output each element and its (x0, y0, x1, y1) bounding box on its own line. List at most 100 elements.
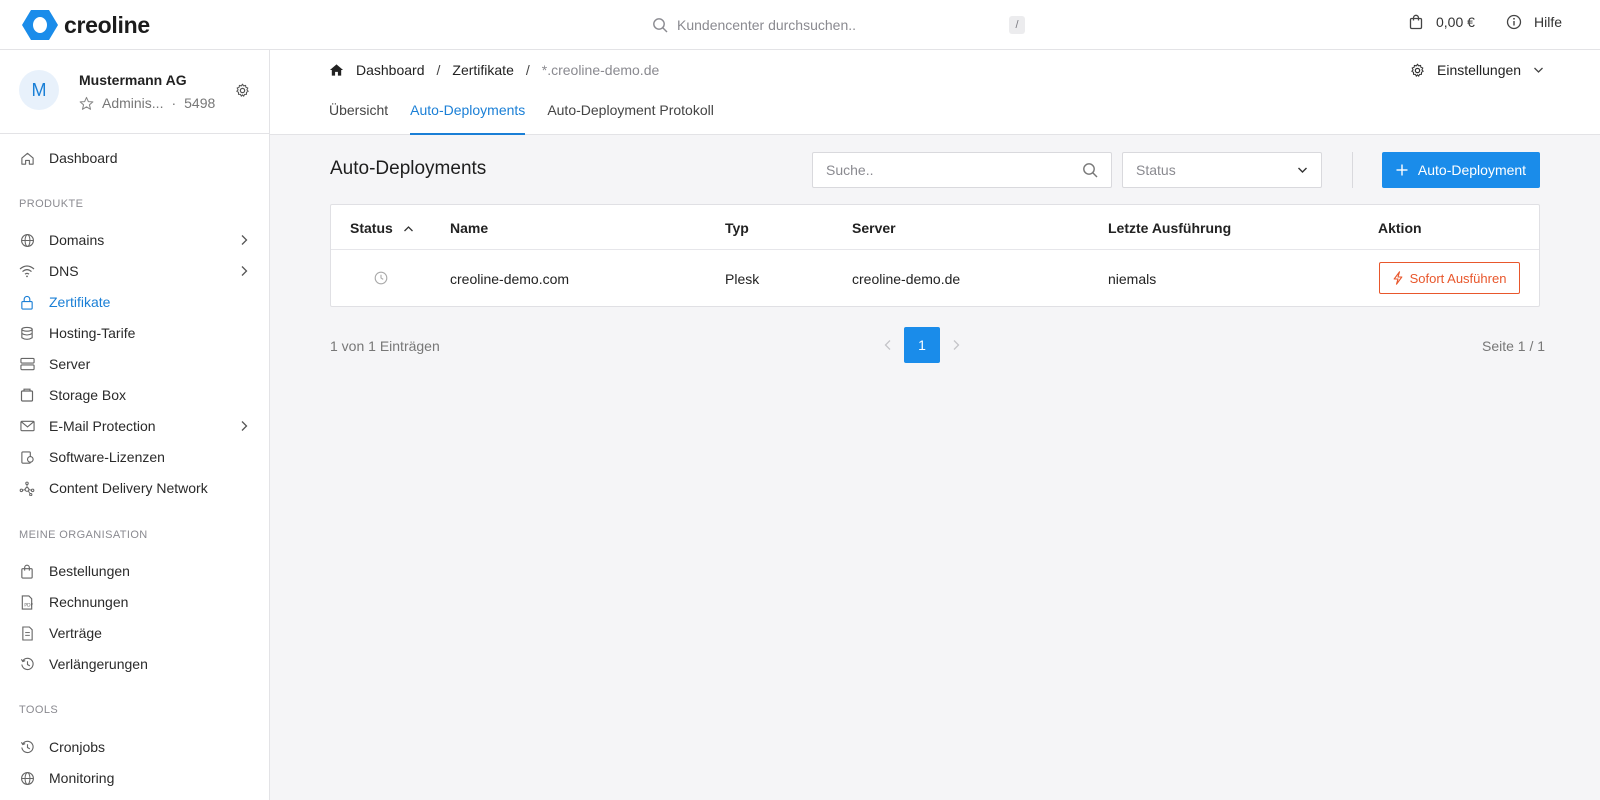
column-header-server[interactable]: Server (852, 220, 896, 236)
svg-text:PDF: PDF (24, 602, 33, 608)
list-search-input[interactable]: Suche.. (826, 162, 1082, 178)
page-title: Auto-Deployments (330, 158, 487, 179)
tab-auto-deployment-log[interactable]: Auto-Deployment Protokoll (547, 102, 714, 135)
breadcrumb: Dashboard / Zertifikate / *.creoline-dem… (329, 62, 659, 78)
sidebar-item-software-licenses[interactable]: Software-Lizenzen (0, 442, 269, 472)
chevron-right-icon (240, 265, 248, 277)
sidebar-item-orders[interactable]: Bestellungen (0, 556, 269, 586)
profile-settings-button[interactable] (235, 83, 250, 98)
chevron-right-icon (240, 420, 248, 432)
sidebar-item-cronjobs[interactable]: Cronjobs (0, 732, 269, 762)
breadcrumb-current: *.creoline-demo.de (541, 62, 660, 78)
cart-amount: 0,00 € (1436, 14, 1475, 30)
sidebar-item-label: Verlängerungen (49, 656, 148, 672)
invoice-icon: PDF (19, 594, 35, 610)
column-header-type[interactable]: Typ (725, 220, 749, 236)
column-header-last-run[interactable]: Letzte Ausführung (1108, 220, 1231, 236)
settings-dropdown[interactable]: Einstellungen (1410, 62, 1544, 78)
sidebar-item-label: Zertifikate (49, 294, 111, 310)
add-auto-deployment-label: Auto-Deployment (1417, 162, 1527, 178)
avatar[interactable]: M (19, 70, 59, 110)
breadcrumb-separator: / (436, 62, 441, 78)
settings-label: Einstellungen (1437, 62, 1522, 78)
sidebar-item-monitoring[interactable]: Monitoring (0, 763, 269, 793)
auto-deployments-table: Status Name Typ Server Letzte Ausführung… (330, 204, 1540, 307)
brand-logo[interactable]: creoline (22, 9, 150, 41)
history-icon (19, 739, 35, 755)
column-header-label: Status (350, 220, 393, 236)
content-header: Dashboard / Zertifikate / *.creoline-dem… (270, 50, 1600, 135)
column-header-status[interactable]: Status (350, 220, 414, 236)
tab-overview[interactable]: Übersicht (329, 102, 388, 135)
search-shortcut-badge: / (1009, 16, 1025, 34)
sidebar-item-invoices[interactable]: PDF Rechnungen (0, 587, 269, 617)
sidebar-item-label: Monitoring (49, 770, 115, 786)
mail-icon (19, 418, 35, 434)
row-type: Plesk (725, 271, 760, 287)
chevron-left-icon[interactable] (884, 339, 892, 351)
list-search[interactable]: Suche.. (812, 152, 1112, 188)
status-filter-value: Status (1136, 162, 1176, 178)
status-filter-select[interactable]: Status (1122, 152, 1322, 188)
sidebar-item-label: Domains (49, 232, 105, 248)
chevron-right-icon[interactable] (952, 339, 960, 351)
help-label: Hilfe (1534, 14, 1563, 30)
creoline-logo-icon (22, 10, 58, 40)
help-button[interactable]: Hilfe (1506, 14, 1562, 30)
page-info: Seite 1 / 1 (1482, 338, 1546, 354)
page-button-current[interactable]: 1 (904, 327, 940, 363)
gear-icon (1410, 63, 1425, 78)
sidebar-item-label: Content Delivery Network (49, 480, 208, 496)
global-search[interactable]: Kundencenter durchsuchen.. / (652, 12, 1030, 38)
global-search-input[interactable]: Kundencenter durchsuchen.. (677, 17, 1009, 33)
gear-icon (236, 83, 249, 97)
star-icon[interactable] (79, 96, 94, 111)
breadcrumb-certificates[interactable]: Zertifikate (452, 62, 513, 78)
cart-button[interactable]: 0,00 € (1408, 14, 1475, 30)
section-label-organisation: MEINE ORGANISATION (19, 529, 148, 541)
sidebar-item-renewals[interactable]: Verlängerungen (0, 649, 269, 679)
plus-icon (1396, 164, 1408, 176)
sidebar-item-dashboard[interactable]: Dashboard (0, 143, 269, 173)
sidebar-item-label: Storage Box (49, 387, 127, 403)
sidebar-item-contracts[interactable]: Verträge (0, 618, 269, 648)
toolbar-divider (1352, 152, 1353, 188)
chevron-down-icon (1533, 66, 1544, 74)
company-name: Mustermann AG (79, 72, 187, 88)
sidebar-item-label: Hosting-Tarife (49, 325, 136, 341)
tab-auto-deployments[interactable]: Auto-Deployments (410, 102, 526, 135)
column-header-action: Aktion (1378, 220, 1422, 236)
sidebar-item-dns[interactable]: DNS (0, 256, 269, 286)
home-icon[interactable] (329, 63, 344, 77)
sidebar-item-label: E-Mail Protection (49, 418, 156, 434)
add-auto-deployment-button[interactable]: Auto-Deployment (1382, 152, 1540, 188)
shopping-bag-icon (1408, 14, 1424, 30)
chevron-down-icon (1297, 166, 1308, 174)
breadcrumb-dashboard[interactable]: Dashboard (356, 62, 425, 78)
sidebar-item-cdn[interactable]: Content Delivery Network (0, 473, 269, 503)
run-now-button[interactable]: Sofort Ausführen (1379, 262, 1520, 294)
sidebar-item-label: Verträge (49, 625, 102, 641)
globe-icon (19, 770, 35, 786)
row-name: creoline-demo.com (450, 271, 570, 287)
globe-icon (19, 232, 35, 248)
sidebar-item-domains[interactable]: Domains (0, 225, 269, 255)
pagination: 1 (884, 327, 960, 363)
column-header-name[interactable]: Name (450, 220, 488, 236)
top-bar: creoline Kundencenter durchsuchen.. / 0,… (0, 0, 1600, 50)
lightning-icon (1393, 271, 1403, 285)
bag-icon (19, 563, 35, 579)
section-label-products: PRODUKTE (19, 198, 84, 210)
sidebar-item-server[interactable]: Server (0, 349, 269, 379)
sidebar-item-hosting[interactable]: Hosting-Tarife (0, 318, 269, 348)
profile-panel: M Mustermann AG Adminis... · 5498 (0, 50, 269, 134)
sidebar-item-email-protection[interactable]: E-Mail Protection (0, 411, 269, 441)
server-icon (19, 356, 35, 372)
sidebar-item-storage-box[interactable]: Storage Box (0, 380, 269, 410)
sidebar-item-certificates[interactable]: Zertifikate (0, 287, 269, 317)
history-icon (19, 656, 35, 672)
sidebar-item-label: DNS (49, 263, 79, 279)
profile-role: Adminis... (102, 95, 164, 111)
tab-bar: Übersicht Auto-Deployments Auto-Deployme… (329, 102, 736, 135)
search-icon (1082, 162, 1098, 178)
